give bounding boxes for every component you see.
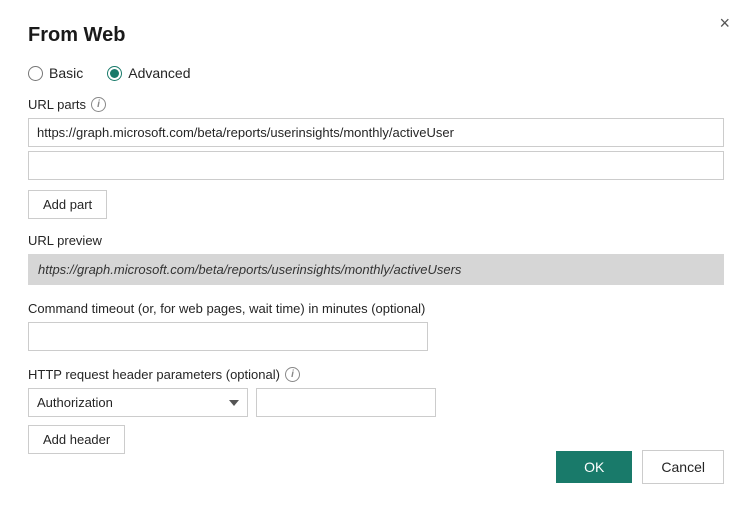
advanced-radio[interactable] [107, 66, 122, 81]
header-name-select[interactable]: Authorization Accept Content-Type X-Cust… [28, 388, 248, 417]
dialog-title: From Web [28, 24, 724, 47]
add-header-button[interactable]: Add header [28, 425, 125, 454]
url-parts-label: URL parts i [28, 97, 724, 112]
url-inputs-group [28, 118, 724, 180]
from-web-dialog: × From Web Basic Advanced URL parts i Ad… [0, 0, 752, 508]
basic-radio-label[interactable]: Basic [28, 65, 83, 81]
url-parts-info-icon[interactable]: i [91, 97, 106, 112]
url-preview-label: URL preview [28, 233, 724, 248]
advanced-radio-label[interactable]: Advanced [107, 65, 190, 81]
timeout-input[interactable] [28, 322, 428, 351]
connection-type-group: Basic Advanced [28, 65, 724, 81]
timeout-label: Command timeout (or, for web pages, wait… [28, 301, 724, 316]
timeout-section: Command timeout (or, for web pages, wait… [28, 301, 724, 351]
ok-button[interactable]: OK [556, 451, 632, 483]
close-button[interactable]: × [713, 12, 736, 34]
url-preview-value: https://graph.microsoft.com/beta/reports… [28, 254, 724, 285]
dialog-footer: OK Cancel [556, 450, 724, 484]
add-part-button[interactable]: Add part [28, 190, 107, 219]
header-row: Authorization Accept Content-Type X-Cust… [28, 388, 724, 417]
url-part-1-input[interactable] [28, 118, 724, 147]
cancel-button[interactable]: Cancel [642, 450, 724, 484]
basic-radio[interactable] [28, 66, 43, 81]
basic-label: Basic [49, 65, 83, 81]
header-value-input[interactable] [256, 388, 436, 417]
url-part-2-input[interactable] [28, 151, 724, 180]
http-header-info-icon[interactable]: i [285, 367, 300, 382]
advanced-label: Advanced [128, 65, 190, 81]
http-header-label: HTTP request header parameters (optional… [28, 367, 724, 382]
